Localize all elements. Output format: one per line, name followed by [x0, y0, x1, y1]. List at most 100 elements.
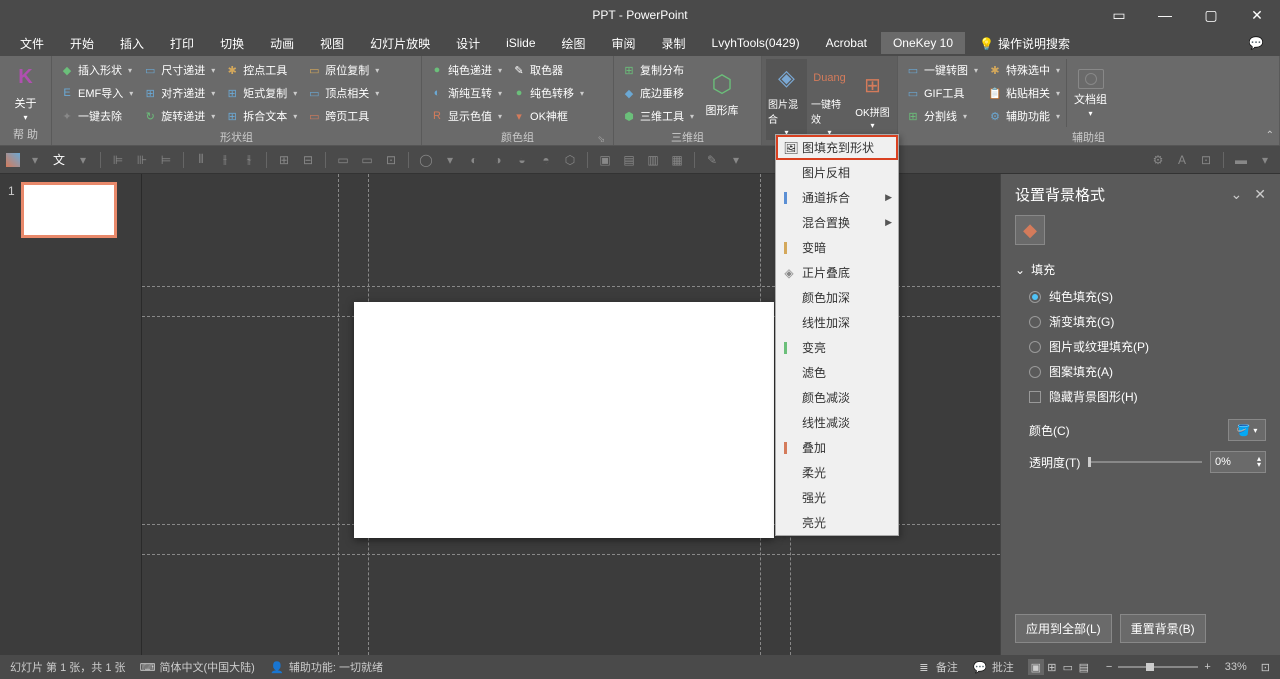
transparency-slider[interactable] — [1088, 461, 1202, 463]
emf-import-button[interactable]: EEMF导入▾ — [56, 82, 137, 104]
qa-icon-1[interactable] — [6, 153, 20, 167]
qa-dropdown-2[interactable]: ▾ — [74, 151, 92, 169]
show-color-button[interactable]: R显示色值▾ — [426, 105, 506, 127]
effects-button[interactable]: Duang 一键特效 ▾ — [809, 59, 850, 140]
gradient-fill-radio[interactable]: 渐变填充(G) — [1015, 313, 1266, 330]
menu-blend-replace[interactable]: 混合置换▶ — [776, 210, 898, 235]
menu-hard-light[interactable]: 强光 — [776, 485, 898, 510]
remove-button[interactable]: ✦一键去除 — [56, 105, 137, 127]
menu-fill-shape[interactable]: 🖼图填充到形状 — [776, 135, 898, 160]
slide-info[interactable]: 幻灯片 第 1 张，共 1 张 — [10, 659, 126, 675]
fit-window-icon[interactable]: ⊡ — [1261, 661, 1270, 674]
menu-linear-dodge[interactable]: 线性减淡 — [776, 410, 898, 435]
qa-right-2[interactable]: A — [1173, 151, 1191, 169]
qa-pic-1[interactable]: ▣ — [596, 151, 614, 169]
reading-view-icon[interactable]: ▭ — [1060, 659, 1076, 675]
qa-dropdown-3[interactable]: ▾ — [441, 151, 459, 169]
gif-tool-button[interactable]: ▭GIF工具 — [902, 82, 982, 104]
tab-onekey[interactable]: OneKey 10 — [881, 32, 965, 54]
menu-channel-split[interactable]: 通道拆合▶ — [776, 185, 898, 210]
reset-bg-button[interactable]: 重置背景(B) — [1120, 614, 1206, 643]
zoom-out-button[interactable]: − — [1106, 661, 1112, 673]
bottom-shift-button[interactable]: ◆底边垂移 — [618, 82, 698, 104]
notes-button[interactable]: ≣备注 — [916, 659, 958, 675]
qa-distribute-1[interactable]: ⊞ — [275, 151, 293, 169]
doc-group-button[interactable]: 文档组 ▾ — [1066, 59, 1110, 127]
tab-slideshow[interactable]: 幻灯片放映 — [358, 31, 442, 56]
minimize-icon[interactable]: — — [1142, 0, 1188, 30]
qa-dropdown-5[interactable]: ▾ — [1256, 151, 1274, 169]
qa-align-1[interactable]: ⊫ — [109, 151, 127, 169]
tab-review[interactable]: 审阅 — [600, 31, 648, 56]
hide-bg-checkbox[interactable]: 隐藏背景图形(H) — [1015, 388, 1266, 405]
gradient-swap-button[interactable]: ◐渐纯互转▾ — [426, 82, 506, 104]
qa-text-icon[interactable]: 文 — [50, 151, 68, 169]
insert-shape-button[interactable]: ◆插入形状▾ — [56, 59, 137, 81]
qa-right-4[interactable]: ▬ — [1232, 151, 1250, 169]
slide-thumbnail-1[interactable]: 1 — [8, 182, 133, 238]
menu-linear-burn[interactable]: 线性加深 — [776, 310, 898, 335]
qa-pic-4[interactable]: ▦ — [668, 151, 686, 169]
comments-button[interactable]: 💬批注 — [972, 659, 1014, 675]
qa-shape-1[interactable]: ▭ — [334, 151, 352, 169]
solid-progress-button[interactable]: ●纯色递进▾ — [426, 59, 506, 81]
close-icon[interactable]: ✕ — [1234, 0, 1280, 30]
tab-islide[interactable]: iSlide — [494, 32, 547, 54]
special-select-button[interactable]: ✱特殊选中▾ — [984, 59, 1064, 81]
tab-acrobat[interactable]: Acrobat — [814, 32, 879, 54]
tab-record[interactable]: 录制 — [650, 31, 698, 56]
ribbon-display-icon[interactable]: ▭ — [1096, 0, 1142, 30]
text-split-button[interactable]: ⊞拆合文本▾ — [221, 105, 301, 127]
convert-image-button[interactable]: ▭一键转图▾ — [902, 59, 982, 81]
menu-multiply[interactable]: ◈正片叠底 — [776, 260, 898, 285]
divider-button[interactable]: ⊞分割线▾ — [902, 105, 982, 127]
menu-invert[interactable]: 图片反相 — [776, 160, 898, 185]
qa-merge-5[interactable]: ◓ — [537, 151, 555, 169]
tab-home[interactable]: 开始 — [58, 31, 106, 56]
menu-screen[interactable]: 滤色 — [776, 360, 898, 385]
tab-animations[interactable]: 动画 — [258, 31, 306, 56]
ok-frame-button[interactable]: ▾OK神框 — [508, 105, 588, 127]
tab-view[interactable]: 视图 — [308, 31, 356, 56]
qa-shape-2[interactable]: ▭ — [358, 151, 376, 169]
tab-design[interactable]: 设计 — [444, 31, 492, 56]
tab-print[interactable]: 打印 — [158, 31, 206, 56]
tellme-search[interactable]: 💡操作说明搜索 — [967, 31, 1082, 56]
dialog-launcher-icon[interactable]: ⬂ — [597, 134, 605, 145]
zoom-in-button[interactable]: + — [1204, 661, 1210, 673]
menu-lighten[interactable]: 变亮 — [776, 335, 898, 360]
image-blend-button[interactable]: ◈ 图片混合 ▾ — [766, 59, 807, 140]
qa-right-1[interactable]: ⚙ — [1149, 151, 1167, 169]
comments-icon[interactable]: 💬 — [1240, 36, 1272, 50]
3d-tools-button[interactable]: ⬢三维工具▾ — [618, 105, 698, 127]
tab-draw[interactable]: 绘图 — [550, 31, 598, 56]
control-point-button[interactable]: ✱控点工具 — [221, 59, 301, 81]
qa-distribute-2[interactable]: ⊟ — [299, 151, 317, 169]
menu-darken[interactable]: 变暗 — [776, 235, 898, 260]
qa-align-5[interactable]: ⫲ — [216, 151, 234, 169]
rotate-progress-button[interactable]: ↻旋转递进▾ — [139, 105, 219, 127]
accessibility-button[interactable]: 👤辅助功能: 一切就绪 — [269, 659, 383, 675]
slideshow-view-icon[interactable]: ▤ — [1076, 659, 1092, 675]
about-button[interactable]: K 关于 ▾ — [4, 59, 47, 124]
qa-merge-4[interactable]: ◒ — [513, 151, 531, 169]
qa-merge-1[interactable]: ◯ — [417, 151, 435, 169]
tab-transitions[interactable]: 切换 — [208, 31, 256, 56]
qa-pic-2[interactable]: ▤ — [620, 151, 638, 169]
language-button[interactable]: ⌨简体中文(中国大陆) — [140, 659, 255, 675]
paste-related-button[interactable]: 📋粘贴相关▾ — [984, 82, 1064, 104]
qa-align-4[interactable]: ⫴ — [192, 151, 210, 169]
vertex-button[interactable]: ▭顶点相关▾ — [303, 82, 383, 104]
size-progress-button[interactable]: ▭尺寸递进▾ — [139, 59, 219, 81]
solid-fill-radio[interactable]: 纯色填充(S) — [1015, 288, 1266, 305]
ok-puzzle-button[interactable]: ⊞ OK拼图 ▾ — [852, 59, 893, 140]
slide-canvas[interactable] — [354, 302, 774, 538]
menu-color-burn[interactable]: 颜色加深 — [776, 285, 898, 310]
menu-overlay[interactable]: 叠加 — [776, 435, 898, 460]
apply-all-button[interactable]: 应用到全部(L) — [1015, 614, 1112, 643]
normal-view-icon[interactable]: ▣ — [1028, 659, 1044, 675]
qa-align-6[interactable]: ⫳ — [240, 151, 258, 169]
menu-vivid-light[interactable]: 亮光 — [776, 510, 898, 535]
align-progress-button[interactable]: ⊞对齐递进▾ — [139, 82, 219, 104]
qa-shape-3[interactable]: ⊡ — [382, 151, 400, 169]
